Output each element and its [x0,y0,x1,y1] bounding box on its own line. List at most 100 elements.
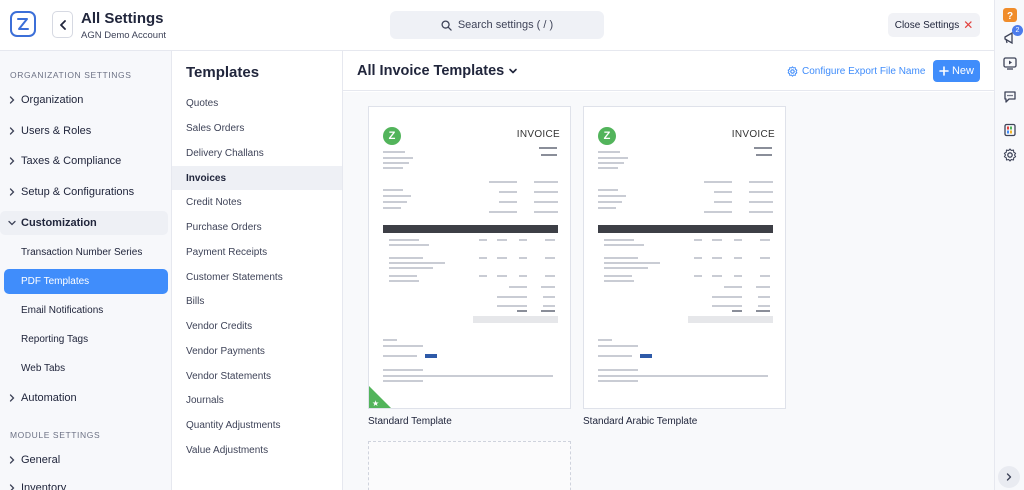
company-logo-icon: Z [383,127,401,145]
template-type-sales-orders[interactable]: Sales Orders [172,116,342,140]
star-icon: ★ [372,399,380,408]
back-button[interactable] [52,11,73,38]
sidebar-item-automation[interactable]: Automation [0,386,168,410]
plus-icon [939,66,949,76]
search-placeholder: Search settings ( / ) [457,19,554,31]
sidebar-item-label: Organization [21,94,84,106]
search-settings-input[interactable]: Search settings ( / ) [390,11,604,39]
invoice-preview-thumbnail: Z INVOICE [369,107,570,408]
chevron-right-icon [9,96,15,104]
organization-settings-heading: ORGANIZATION SETTINGS [10,70,132,80]
expand-rail-button[interactable] [998,466,1020,488]
new-template-button[interactable]: New [933,60,980,82]
template-type-delivery-challans[interactable]: Delivery Challans [172,141,342,165]
close-settings-label: Close Settings [894,19,960,31]
template-type-customer-statements[interactable]: Customer Statements [172,265,342,289]
sidebar-subitem-label: Email Notifications [21,305,104,316]
top-header: All Settings AGN Demo Account Search set… [0,0,994,51]
template-type-bills[interactable]: Bills [172,289,342,313]
sidebar-subitem-label: Reporting Tags [21,334,89,345]
organization-name: AGN Demo Account [81,30,167,41]
module-settings-heading: MODULE SETTINGS [10,430,101,440]
template-type-journals[interactable]: Journals [172,388,342,412]
template-type-quotes[interactable]: Quotes [172,91,342,115]
help-icon[interactable]: ? [1002,7,1018,23]
template-name-standard: Standard Template [368,416,452,427]
template-card-standard-arabic[interactable]: Z INVOICE [583,106,786,409]
svg-text:?: ? [1007,11,1013,22]
sidebar-item-label: Customization [21,217,97,229]
invoice-preview-title: INVOICE [516,129,560,140]
settings-gear-icon[interactable] [1002,147,1018,163]
apps-icon[interactable] [1002,122,1018,138]
company-logo-icon: Z [598,127,616,145]
sidebar-item-label: Setup & Configurations [21,186,135,198]
chevron-right-icon [9,188,15,196]
app-logo-icon[interactable] [10,11,36,37]
template-card-placeholder[interactable] [368,441,571,490]
chat-icon[interactable] [1002,89,1018,105]
template-type-vendor-payments[interactable]: Vendor Payments [172,339,342,363]
template-type-vendor-statements[interactable]: Vendor Statements [172,364,342,388]
template-type-purchase-orders[interactable]: Purchase Orders [172,215,342,239]
sidebar-item-taxes-compliance[interactable]: Taxes & Compliance [0,149,168,173]
sidebar-item-label: Automation [21,392,77,404]
sidebar-item-customization[interactable]: Customization [0,211,168,235]
sidebar-item-label: Taxes & Compliance [21,155,122,167]
sidebar-item-inventory[interactable]: Inventory [0,476,168,490]
video-tutorial-icon[interactable] [1002,55,1018,71]
right-rail: ? 2 [994,0,1024,490]
template-gallery: Z INVOICE ★ Standard Template Z INVOICE … [343,92,994,490]
configure-export-label: Configure Export File Name [802,66,926,77]
template-name-standard-arabic: Standard Arabic Template [583,416,698,427]
sidebar-item-organization[interactable]: Organization [0,88,168,112]
template-card-standard[interactable]: Z INVOICE ★ [368,106,571,409]
sidebar-item-general[interactable]: General [0,448,168,472]
new-button-label: New [951,65,974,77]
search-icon [441,19,452,31]
gear-icon [787,66,798,77]
notification-count-badge: 2 [1012,25,1023,36]
sidebar-subitem-reporting-tags[interactable]: Reporting Tags [4,327,168,352]
template-type-credit-notes[interactable]: Credit Notes [172,190,342,214]
template-filter-dropdown[interactable]: All Invoice Templates [357,63,518,79]
sidebar-item-setup-configurations[interactable]: Setup & Configurations [0,180,168,204]
main-header: All Invoice Templates Configure Export F… [343,51,994,91]
template-type-invoices[interactable]: Invoices [172,166,342,190]
template-type-quantity-adjustments[interactable]: Quantity Adjustments [172,413,342,437]
chevron-right-icon [9,484,15,490]
settings-app: All Settings AGN Demo Account Search set… [0,0,1024,490]
sidebar-subitem-label: Web Tabs [21,363,66,374]
templates-main-panel: All Invoice Templates Configure Export F… [343,51,994,490]
template-type-value-adjustments[interactable]: Value Adjustments [172,438,342,462]
chevron-right-icon [9,127,15,135]
main-title-label: All Invoice Templates [357,63,505,79]
invoice-preview-title: INVOICE [731,129,775,140]
sidebar-subitem-email-notifications[interactable]: Email Notifications [4,298,168,323]
sidebar-subitem-pdf-templates[interactable]: PDF Templates [4,269,168,294]
sidebar-item-label: Users & Roles [21,125,92,137]
sidebar-item-label: General [21,454,61,466]
sidebar-subitem-web-tabs[interactable]: Web Tabs [4,356,168,381]
sidebar-subitem-label: PDF Templates [21,276,90,287]
sidebar-item-users-roles[interactable]: Users & Roles [0,119,168,143]
template-type-vendor-credits[interactable]: Vendor Credits [172,314,342,338]
chevron-right-icon [9,394,15,402]
sidebar-subitem-label: Transaction Number Series [21,247,143,258]
template-types-list: Templates Quotes Sales Orders Delivery C… [172,51,343,490]
templates-heading: Templates [186,64,260,81]
chevron-right-icon [9,456,15,464]
close-settings-button[interactable]: Close Settings ✕ [888,13,980,37]
page-title: All Settings [81,10,164,27]
chevron-right-icon [1006,473,1012,481]
template-type-payment-receipts[interactable]: Payment Receipts [172,240,342,264]
chevron-down-icon [8,220,16,226]
settings-sidebar: ORGANIZATION SETTINGS Organization Users… [0,51,172,490]
configure-export-file-name-link[interactable]: Configure Export File Name [787,66,925,77]
close-icon: ✕ [963,18,974,32]
chevron-down-icon [509,68,518,74]
sidebar-item-label: Inventory [21,482,67,490]
chevron-right-icon [9,157,15,165]
sidebar-subitem-transaction-number-series[interactable]: Transaction Number Series [4,240,168,265]
invoice-preview-thumbnail: Z INVOICE [584,107,785,408]
